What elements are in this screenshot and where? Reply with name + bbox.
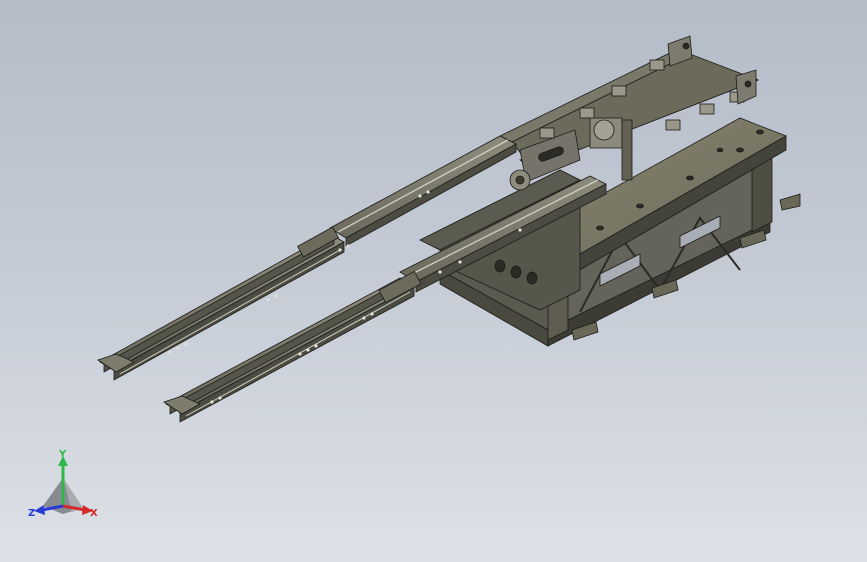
rail-right-front-inner [169,279,405,415]
y-axis-label: Y [58,450,67,460]
rail-left-front-highlight [119,249,341,375]
orientation-triad[interactable]: Y X Z [28,450,103,520]
motor-face [593,119,615,141]
z-axis-arrow [34,505,45,515]
rail-left-front-side [113,241,345,381]
graphics-viewport[interactable]: Y X Z [0,0,867,562]
rear-post [621,119,633,181]
cad-model-view[interactable] [0,0,867,562]
z-axis-label: Z [28,508,35,519]
x-axis-label: X [90,508,98,519]
